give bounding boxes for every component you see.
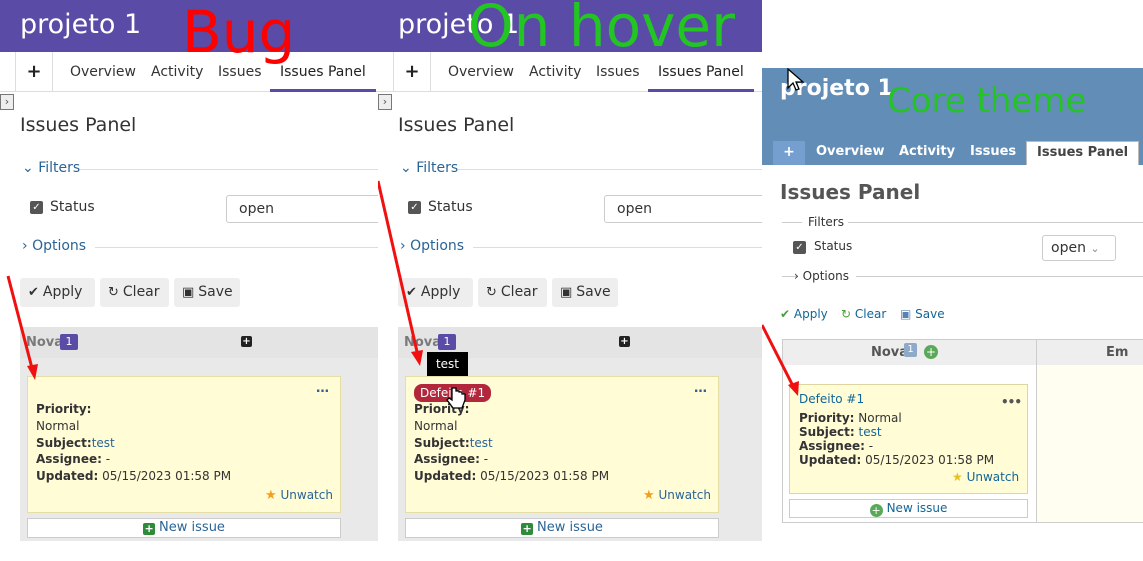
panel-core: projeto 1 + Overview Activity Issues Iss…	[762, 0, 1143, 561]
panel-bug: projeto 1 + Overview Activity Issues Iss…	[0, 0, 378, 561]
annotation-arrow-icon	[762, 324, 799, 396]
panel-hover: projeto 1 + Overview Activity Issues Iss…	[378, 0, 762, 561]
annotation-arrow-icon	[6, 275, 38, 380]
annotation-arrow-icon	[378, 180, 423, 366]
